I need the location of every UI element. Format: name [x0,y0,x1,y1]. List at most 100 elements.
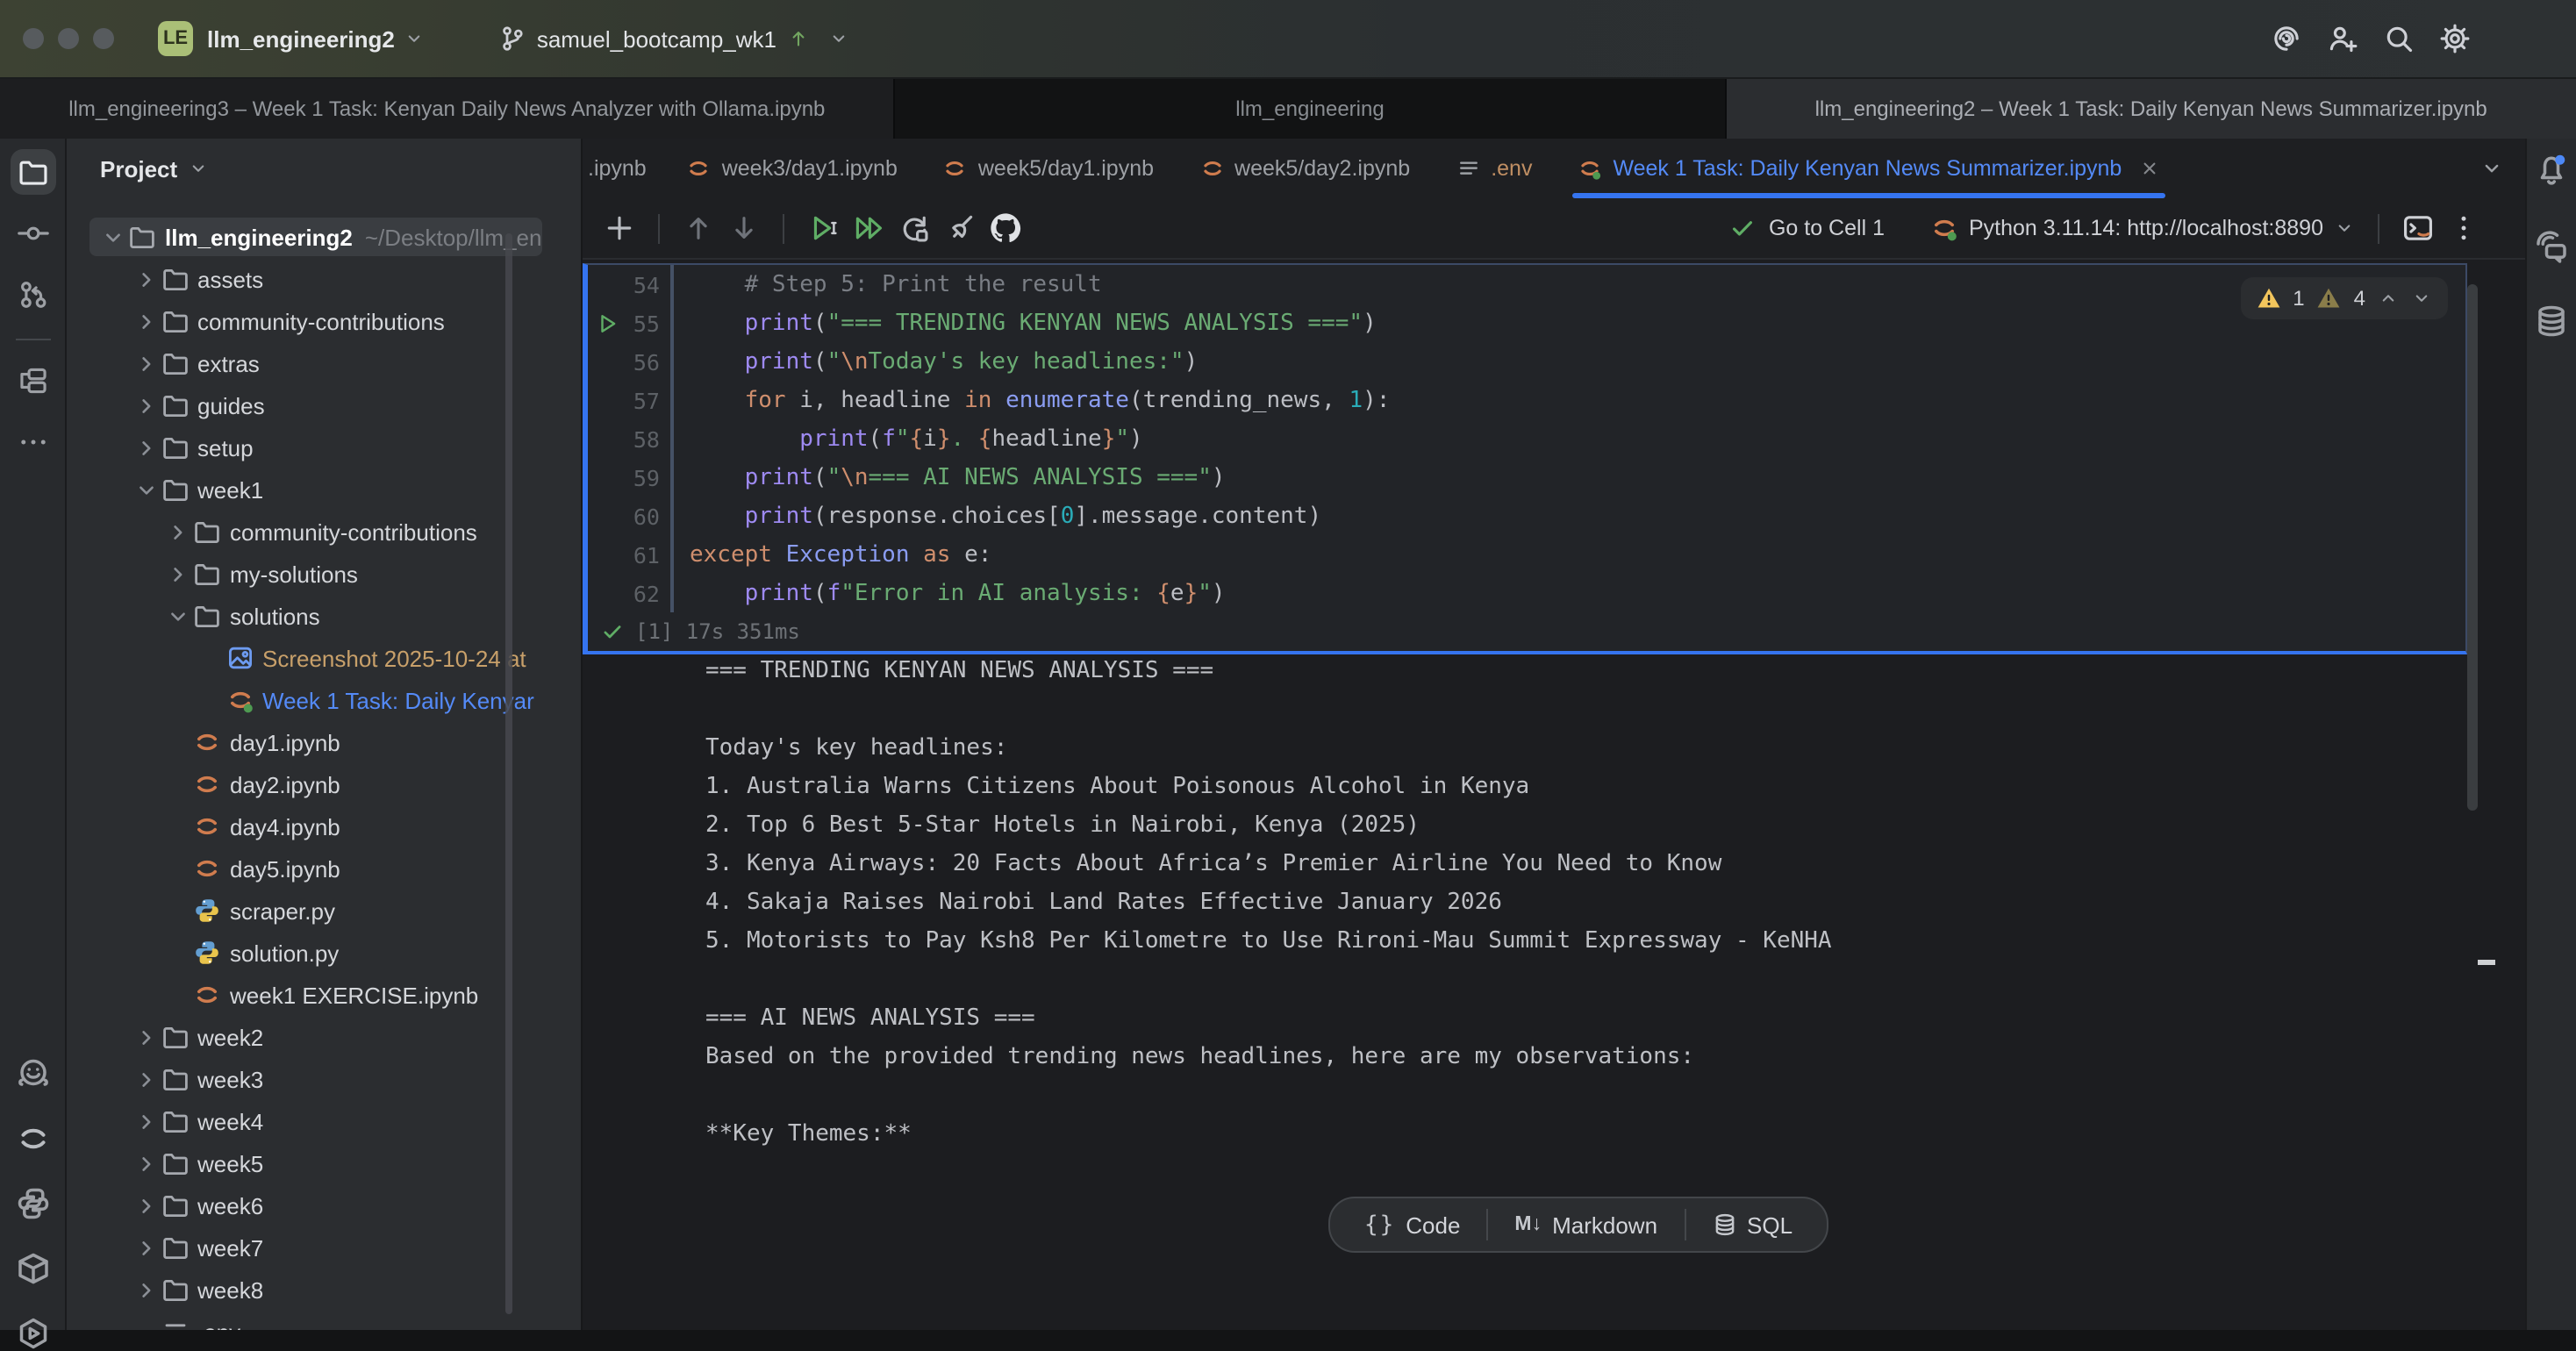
tab-list-chevron-icon[interactable] [2479,156,2504,181]
chevron-right-icon[interactable] [132,1108,159,1134]
structure-tool-button[interactable] [10,358,55,404]
chevron-right-icon[interactable] [132,1150,159,1176]
tree-item[interactable]: scraper.py [67,890,581,932]
editor-tab[interactable]: .env [1433,139,1555,198]
tree-item[interactable]: week7 [67,1226,581,1269]
add-code-cell-button[interactable]: {} Code [1356,1212,1469,1238]
add-markdown-cell-button[interactable]: M↓ Markdown [1506,1212,1666,1238]
run-line-icon[interactable] [597,311,619,334]
kernel-selector[interactable]: Python 3.11.14: http://localhost:8890 [1930,214,2355,242]
tree-item[interactable]: llm_engineering2~/Desktop/llm_en [67,216,581,258]
tree-item[interactable]: guides [67,384,581,426]
project-name[interactable]: llm_engineering2 [207,25,395,52]
python-packages-icon[interactable] [15,1251,50,1286]
chevron-right-icon[interactable] [132,1024,159,1050]
restart-kernel-icon[interactable] [898,212,930,244]
github-icon[interactable] [990,212,1021,244]
python-console-icon[interactable] [15,1186,50,1221]
error-stripe-mark[interactable] [2478,960,2495,965]
editor-tab[interactable]: week5/day2.ipynb [1177,139,1433,198]
window-tab[interactable]: llm_engineering2 – Week 1 Task: Daily Ke… [1726,79,2576,139]
tree-item[interactable]: day1.ipynb [67,721,581,763]
maximize-window-button[interactable] [93,28,114,49]
tree-item[interactable]: week6 [67,1184,581,1226]
gear-icon[interactable] [2439,23,2471,54]
editor-tab[interactable]: Week 1 Task: Daily Kenyan News Summarize… [1555,139,2183,198]
move-cell-up-icon[interactable] [683,212,714,244]
tree-item[interactable]: solutions [67,595,581,637]
editor-tab[interactable]: .ipynb [583,139,664,198]
window-tab[interactable]: llm_engineering3 – Week 1 Task: Kenyan D… [0,79,896,139]
search-icon[interactable] [2383,23,2415,54]
services-icon[interactable] [15,1316,50,1351]
window-tab[interactable]: llm_engineering [896,79,1727,139]
add-sql-cell-button[interactable]: SQL [1703,1212,1801,1238]
tree-item[interactable]: extras [67,342,581,384]
tree-item[interactable]: week1 [67,468,581,511]
kebab-menu-icon[interactable] [2448,212,2479,244]
code-cell[interactable]: 54 # Step 5: Print the result55 print("=… [583,263,2467,654]
close-icon[interactable] [2139,158,2160,179]
ai-chat-icon[interactable] [2534,228,2569,263]
tree-item[interactable]: community-contributions [67,300,581,342]
tree-item[interactable]: Week 1 Task: Daily Kenyar [67,679,581,721]
jupyter-tool-icon[interactable] [15,1121,50,1156]
move-cell-down-icon[interactable] [728,212,760,244]
tree-item[interactable]: week4 [67,1100,581,1142]
chevron-right-icon[interactable] [132,434,159,461]
chevron-right-icon[interactable] [132,1066,159,1092]
jupyter-console-icon[interactable] [2402,212,2434,244]
tree-item[interactable]: week2 [67,1016,581,1058]
next-warning-icon[interactable] [2411,288,2432,309]
ai-assistant-icon[interactable] [2271,23,2302,54]
clear-outputs-icon[interactable] [944,212,976,244]
chevron-right-icon[interactable] [165,518,191,545]
chevron-down-icon[interactable] [132,476,159,503]
panel-scrollbar[interactable] [505,233,512,1314]
vcs-widget[interactable]: samuel_bootcamp_wk1 [498,25,848,53]
more-tools-button[interactable] [10,419,55,465]
chevron-right-icon[interactable] [132,392,159,418]
run-all-icon[interactable] [853,212,884,244]
run-cell-icon[interactable] [807,212,839,244]
tree-item[interactable]: solution.py [67,932,581,974]
chevron-right-icon[interactable] [132,350,159,376]
tree-item[interactable]: day4.ipynb [67,805,581,847]
chevron-down-icon[interactable] [100,224,126,250]
tree-item[interactable]: setup [67,426,581,468]
project-tool-button[interactable] [10,149,55,195]
tree-item[interactable]: week8 [67,1269,581,1311]
minimize-window-button[interactable] [58,28,79,49]
project-panel-header[interactable]: Project [67,139,581,198]
tree-item[interactable]: .env [67,1311,581,1330]
editor-scrollbar[interactable] [2467,284,2478,811]
editor-tab[interactable]: week5/day1.ipynb [920,139,1177,198]
chevron-right-icon[interactable] [165,561,191,587]
chevron-right-icon[interactable] [132,1234,159,1261]
close-window-button[interactable] [23,28,44,49]
vcs-share-tool-button[interactable] [10,272,55,318]
add-user-icon[interactable] [2327,23,2358,54]
chevron-down-icon[interactable] [404,28,425,49]
huggingface-icon[interactable] [15,1056,50,1091]
chevron-down-icon[interactable] [165,603,191,629]
chevron-right-icon[interactable] [132,266,159,292]
chevron-right-icon[interactable] [132,1276,159,1303]
notifications-bell-icon[interactable] [2534,153,2569,188]
tree-item[interactable]: week5 [67,1142,581,1184]
go-to-cell-link[interactable]: Go to Cell 1 [1769,216,1885,240]
editor-tab[interactable]: week3/day1.ipynb [664,139,920,198]
previous-warning-icon[interactable] [2378,288,2399,309]
tree-item[interactable]: community-contributions [67,511,581,553]
commit-tool-button[interactable] [10,211,55,256]
add-cell-icon[interactable] [604,212,635,244]
tree-item[interactable]: my-solutions [67,553,581,595]
chevron-right-icon[interactable] [132,1192,159,1219]
tree-item[interactable]: Screenshot 2025-10-24 at [67,637,581,679]
tree-item[interactable]: assets [67,258,581,300]
tree-item[interactable]: day5.ipynb [67,847,581,890]
tree-item[interactable]: day2.ipynb [67,763,581,805]
chevron-right-icon[interactable] [132,308,159,334]
tree-item[interactable]: week3 [67,1058,581,1100]
database-tool-icon[interactable] [2534,304,2569,339]
